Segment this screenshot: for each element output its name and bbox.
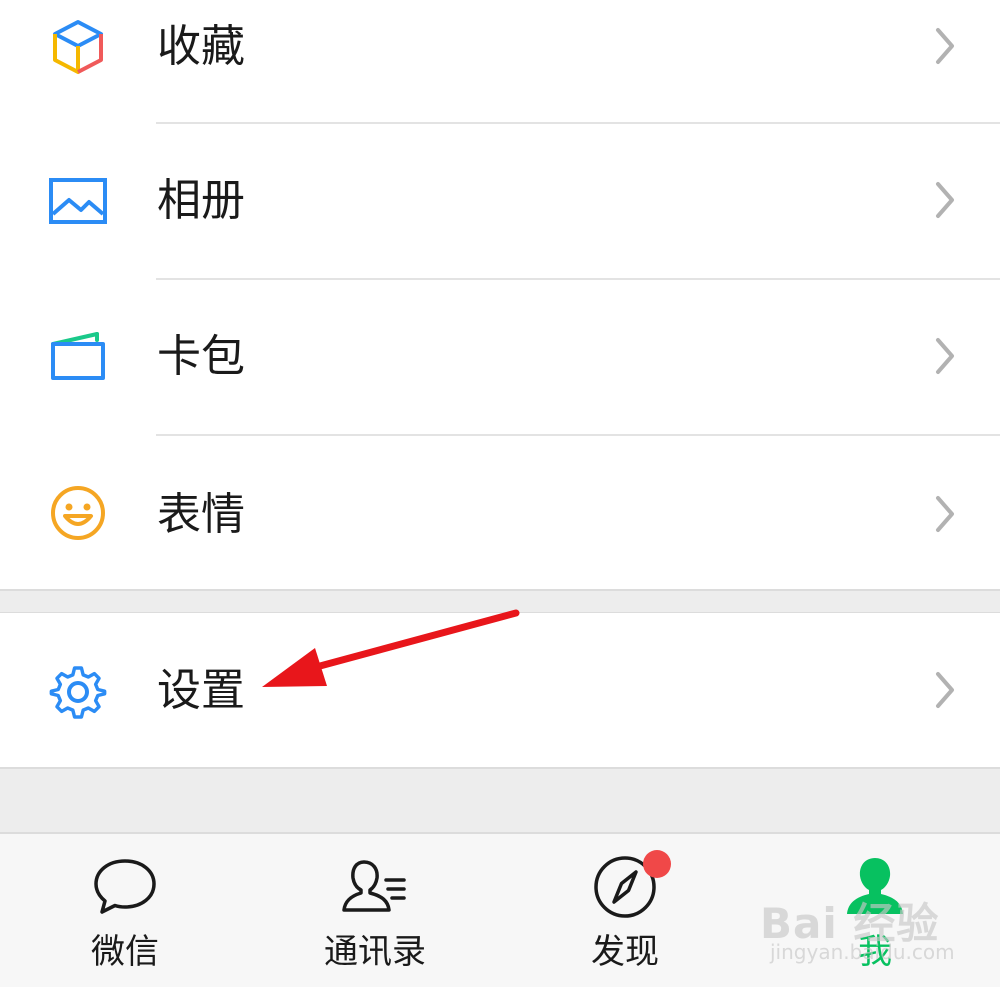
tab-label: 通讯录 — [324, 932, 426, 972]
menu-item-album[interactable]: 相册 — [0, 124, 1000, 278]
favorites-cube-icon — [47, 16, 109, 78]
card-wallet-icon — [47, 326, 109, 388]
notification-badge — [643, 850, 671, 878]
settings-group: 设置 — [0, 613, 1000, 768]
gear-icon — [47, 659, 109, 721]
menu-item-favorites[interactable]: 收藏 — [0, 0, 1000, 122]
wechat-me-page: 收藏 相册 卡包 表情 设置 微信 通讯录 发现 我 Bai 经验 jingya… — [0, 0, 1000, 987]
tab-label: 微信 — [91, 932, 159, 972]
menu-item-label: 卡包 — [157, 331, 245, 382]
sticker-smile-icon — [47, 482, 109, 544]
contacts-icon — [340, 852, 410, 922]
tab-discover[interactable]: 发现 — [500, 834, 750, 987]
group-border — [0, 767, 1000, 769]
chevron-right-icon — [930, 668, 960, 712]
chevron-right-icon — [930, 334, 960, 378]
tab-contacts[interactable]: 通讯录 — [250, 834, 500, 987]
tab-label: 我 — [858, 932, 892, 972]
tab-chats[interactable]: 微信 — [0, 834, 250, 987]
menu-item-label: 设置 — [157, 665, 245, 716]
tab-label: 发现 — [591, 932, 659, 972]
album-picture-icon — [47, 170, 109, 232]
tab-me[interactable]: 我 — [750, 834, 1000, 987]
menu-group: 收藏 相册 卡包 表情 — [0, 0, 1000, 590]
menu-item-card-wallet[interactable]: 卡包 — [0, 280, 1000, 434]
chevron-right-icon — [930, 178, 960, 222]
bottom-tab-bar: 微信 通讯录 发现 我 — [0, 832, 1000, 987]
group-border — [0, 589, 1000, 591]
chevron-right-icon — [930, 24, 960, 68]
me-person-icon — [840, 852, 910, 922]
menu-item-settings[interactable]: 设置 — [0, 613, 1000, 768]
chevron-right-icon — [930, 492, 960, 536]
menu-item-stickers[interactable]: 表情 — [0, 436, 1000, 590]
chat-bubble-icon — [90, 852, 160, 922]
menu-item-label: 收藏 — [157, 21, 245, 72]
menu-item-label: 相册 — [157, 175, 245, 226]
menu-item-label: 表情 — [157, 489, 245, 540]
